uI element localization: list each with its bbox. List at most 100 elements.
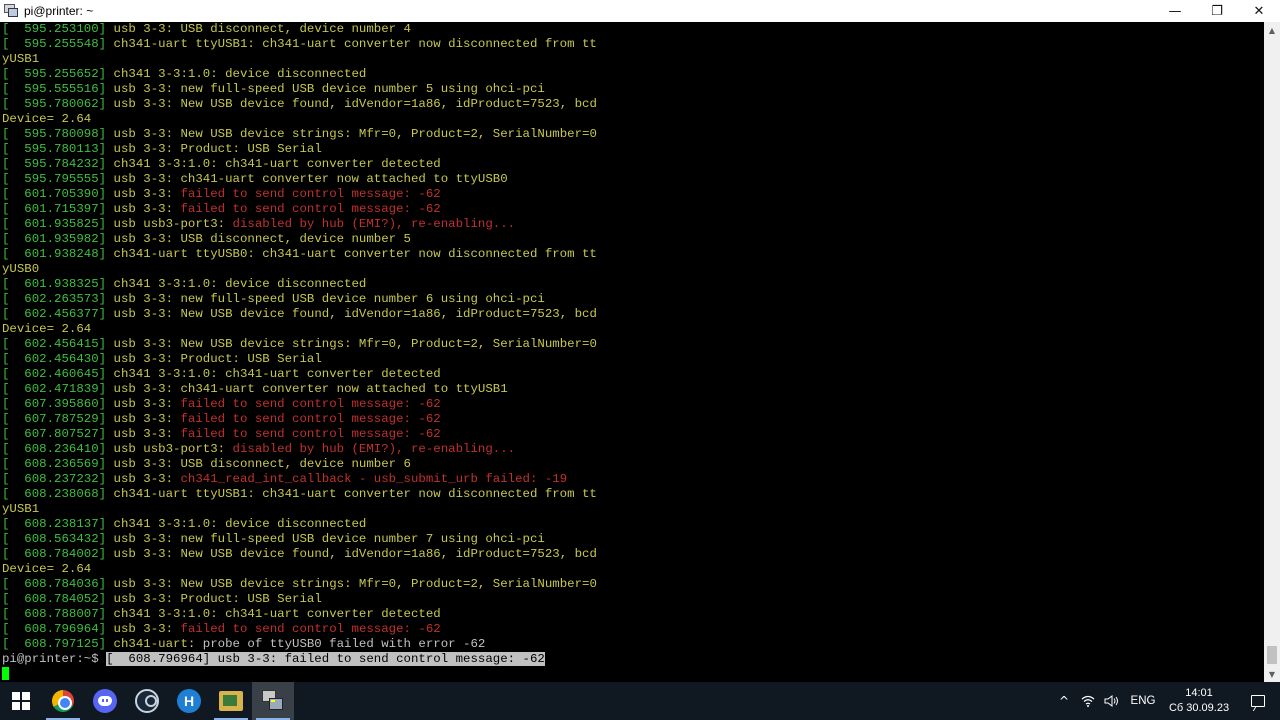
terminal-cursor <box>2 667 9 680</box>
log-text: : USB disconnect, device number 6 <box>165 457 411 471</box>
log-text: yUSB1 <box>2 52 40 66</box>
log-text: usb 3-3 <box>113 337 166 351</box>
log-timestamp: [ 595.784232] <box>2 157 114 171</box>
log-error-text: disabled by hub (EMI?), re-enabling... <box>232 442 516 456</box>
log-text: usb 3-3 <box>113 382 166 396</box>
notification-center-button[interactable] <box>1236 695 1280 707</box>
log-timestamp: [ 608.784002] <box>2 547 114 561</box>
start-button[interactable] <box>0 682 42 720</box>
terminal-line: [ 608.237232] usb 3-3: ch341_read_int_ca… <box>2 472 1264 487</box>
log-timestamp: [ 608.797125] <box>2 637 114 651</box>
scroll-down-icon[interactable]: ▼ <box>1264 666 1280 682</box>
clock[interactable]: 14:01 Сб 30.09.23 <box>1162 686 1236 716</box>
log-timestamp: [ 601.935982] <box>2 232 114 246</box>
log-timestamp: [ 595.780062] <box>2 97 114 111</box>
log-text: : New USB device strings: Mfr=0, Product… <box>165 127 597 141</box>
log-error-text: failed to send control message: -62 <box>180 187 441 201</box>
terminal-line: [ 595.255548] ch341-uart ttyUSB1: ch341-… <box>2 37 1264 52</box>
log-text: Device= 2.64 <box>2 322 92 336</box>
terminal-line: [ 602.456415] usb 3-3: New USB device st… <box>2 337 1264 352</box>
language-indicator[interactable]: ENG <box>1124 695 1162 707</box>
scroll-thumb[interactable] <box>1267 646 1277 664</box>
terminal-line: [ 608.797125] ch341-uart: probe of ttyUS… <box>2 637 1264 652</box>
log-timestamp: [ 601.705390] <box>2 187 114 201</box>
log-text: usb 3-3 <box>113 427 166 441</box>
window-title: pi@printer: ~ <box>24 4 94 18</box>
terminal-line: [ 608.238137] ch341 3-3:1.0: device disc… <box>2 517 1264 532</box>
log-text: usb 3-3 <box>113 592 166 606</box>
notification-icon <box>1251 695 1265 707</box>
terminal-line: [ 608.784036] usb 3-3: New USB device st… <box>2 577 1264 592</box>
log-text: : New USB device strings: Mfr=0, Product… <box>165 577 597 591</box>
taskbar-putty[interactable] <box>252 682 294 720</box>
log-text: : <box>165 472 181 486</box>
log-text: usb 3-3 <box>113 622 166 636</box>
log-text: ch341-uart ttyUSB0 <box>113 247 248 261</box>
selected-text[interactable]: [ 608.796964] usb 3-3: failed to send co… <box>106 652 545 666</box>
clock-date: Сб 30.09.23 <box>1168 702 1230 714</box>
terminal-line: yUSB1 <box>2 52 1264 67</box>
log-text: usb 3-3 <box>113 472 166 486</box>
log-error-text: failed to send control message: -62 <box>180 412 441 426</box>
log-text: : device disconnected <box>210 517 367 531</box>
log-text: : ch341-uart converter detected <box>210 157 441 171</box>
wifi-icon[interactable] <box>1076 682 1100 720</box>
log-text: Device= 2.64 <box>2 112 92 126</box>
minimize-button[interactable]: — <box>1154 0 1196 22</box>
terminal-line: [ 608.238068] ch341-uart ttyUSB1: ch341-… <box>2 487 1264 502</box>
terminal-line: [ 601.705390] usb 3-3: failed to send co… <box>2 187 1264 202</box>
terminal-line: [ 595.784232] ch341 3-3:1.0: ch341-uart … <box>2 157 1264 172</box>
clock-time: 14:01 <box>1185 687 1213 699</box>
log-text: : USB disconnect, device number 4 <box>165 22 411 36</box>
log-timestamp: [ 595.780098] <box>2 127 114 141</box>
terminal-line: Device= 2.64 <box>2 322 1264 337</box>
restore-button[interactable]: ❐ <box>1196 0 1238 22</box>
log-text: usb 3-3 <box>113 532 166 546</box>
terminal-line: [ 608.796964] usb 3-3: failed to send co… <box>2 622 1264 637</box>
log-text: usb 3-3 <box>113 412 166 426</box>
terminal-line: [ 607.395860] usb 3-3: failed to send co… <box>2 397 1264 412</box>
log-text: usb 3-3 <box>113 142 166 156</box>
log-timestamp: [ 608.238068] <box>2 487 114 501</box>
putty-icon <box>262 690 284 712</box>
log-text: : new full-speed USB device number 7 usi… <box>165 532 545 546</box>
log-text: : <box>165 187 181 201</box>
log-text: : New USB device strings: Mfr=0, Product… <box>165 337 597 351</box>
taskbar-discord[interactable] <box>84 682 126 720</box>
log-text: : ch341-uart converter now attached to t… <box>165 172 508 186</box>
terminal-line: Device= 2.64 <box>2 562 1264 577</box>
log-timestamp: [ 608.784052] <box>2 592 114 606</box>
log-text: : probe of ttyUSB0 failed with error -62 <box>187 637 486 651</box>
taskbar-steam[interactable] <box>126 682 168 720</box>
title-bar: pi@printer: ~ — ❐ ✕ <box>0 0 1280 22</box>
log-timestamp: [ 608.784036] <box>2 577 114 591</box>
log-error-text: failed to send control message: -62 <box>180 622 441 636</box>
log-text: usb 3-3 <box>113 172 166 186</box>
terminal-line: [ 607.787529] usb 3-3: failed to send co… <box>2 412 1264 427</box>
taskbar-autohotkey[interactable]: H <box>168 682 210 720</box>
log-timestamp: [ 601.938248] <box>2 247 114 261</box>
terminal-line: [ 595.795555] usb 3-3: ch341-uart conver… <box>2 172 1264 187</box>
log-timestamp: [ 601.935825] <box>2 217 114 231</box>
log-text: usb 3-3 <box>113 97 166 111</box>
terminal-output[interactable]: [ 595.253100] usb 3-3: USB disconnect, d… <box>0 22 1264 682</box>
log-text: : device disconnected <box>210 277 367 291</box>
terminal-line: Device= 2.64 <box>2 112 1264 127</box>
tray-overflow-chevron-icon[interactable]: ^ <box>1052 682 1076 720</box>
terminal-line: [ 601.935825] usb usb3-port3: disabled b… <box>2 217 1264 232</box>
terminal-scrollbar[interactable]: ▲ ▼ <box>1264 22 1280 682</box>
log-timestamp: [ 595.255548] <box>2 37 114 51</box>
volume-icon[interactable] <box>1100 682 1124 720</box>
taskbar-file-manager[interactable] <box>210 682 252 720</box>
terminal-line: [ 602.456377] usb 3-3: New USB device fo… <box>2 307 1264 322</box>
terminal-line: [ 601.935982] usb 3-3: USB disconnect, d… <box>2 232 1264 247</box>
taskbar: H ^ ENG 14:01 Сб 30.09.23 <box>0 682 1280 720</box>
terminal-line: [ 602.471839] usb 3-3: ch341-uart conver… <box>2 382 1264 397</box>
cursor-line <box>2 667 1264 682</box>
close-button[interactable]: ✕ <box>1238 0 1280 22</box>
log-text: : <box>217 217 233 231</box>
scroll-up-icon[interactable]: ▲ <box>1264 22 1280 38</box>
taskbar-chrome[interactable] <box>42 682 84 720</box>
log-timestamp: [ 608.237232] <box>2 472 114 486</box>
log-timestamp: [ 608.236569] <box>2 457 114 471</box>
